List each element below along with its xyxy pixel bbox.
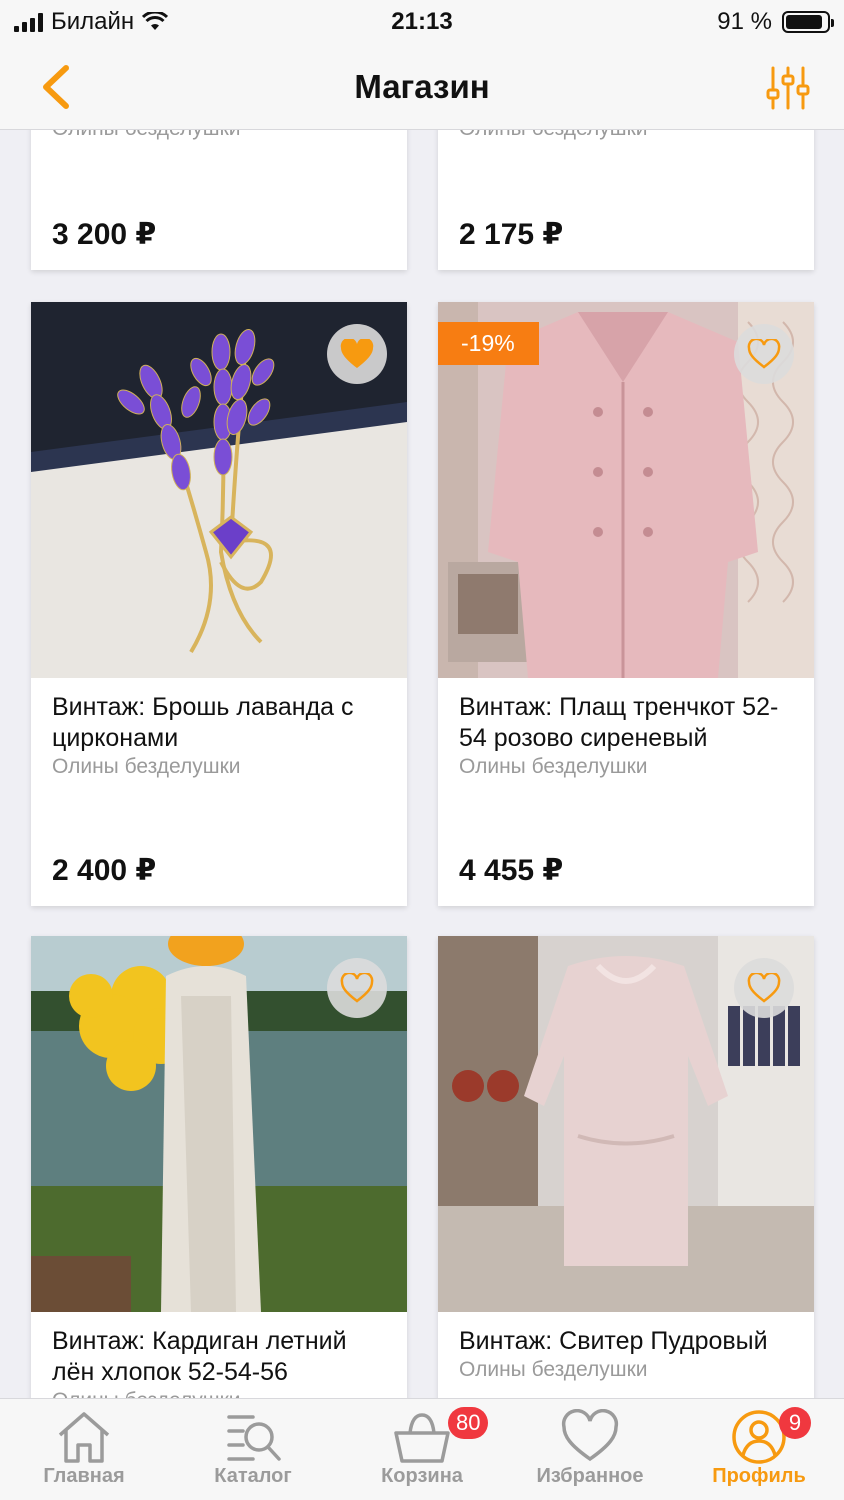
heart-outline-icon bbox=[340, 973, 374, 1003]
product-price: 3 200 ₽ bbox=[52, 218, 157, 251]
battery-icon bbox=[782, 11, 834, 33]
page-title: Магазин bbox=[354, 68, 490, 105]
product-shop: Олины безделушки bbox=[459, 755, 648, 778]
product-card[interactable]: -19% Винтаж: Плащ тренчкот 52-54 розово … bbox=[438, 302, 814, 906]
tab-label: Корзина bbox=[381, 1465, 463, 1487]
product-shop: Олины безделушки bbox=[52, 130, 385, 142]
product-price: 4 455 ₽ bbox=[459, 854, 564, 887]
tab-label: Каталог bbox=[214, 1465, 292, 1487]
battery-percent: 91 % bbox=[717, 8, 772, 35]
product-shop: Олины безделушки bbox=[459, 130, 792, 142]
tab-label: Главная bbox=[43, 1465, 125, 1487]
heart-outline-icon bbox=[747, 339, 781, 369]
product-grid: Олины безделушки 3 200 ₽ Олины безделушк… bbox=[0, 130, 844, 1398]
tab-basket[interactable]: 80 Корзина bbox=[338, 1399, 506, 1500]
product-shop: Олины безделушки bbox=[52, 1388, 385, 1398]
profile-notification-badge: 9 bbox=[779, 1407, 811, 1439]
basket-icon bbox=[394, 1413, 450, 1463]
product-title: Винтаж: Плащ тренчкот 52-54 розово сирен… bbox=[459, 693, 779, 752]
product-title: Винтаж: Брошь лаванда с цирконами bbox=[52, 693, 354, 752]
favorite-button[interactable] bbox=[327, 324, 387, 384]
favorite-button[interactable] bbox=[327, 958, 387, 1018]
tab-profile[interactable]: 9 Профиль bbox=[675, 1399, 843, 1500]
tab-bar: Главная Каталог 80 Корзина Избранное 9 П… bbox=[0, 1398, 844, 1500]
favorite-button[interactable] bbox=[734, 958, 794, 1018]
tab-label: Профиль bbox=[712, 1465, 806, 1487]
heart-outline-icon bbox=[747, 973, 781, 1003]
status-right: 91 % bbox=[717, 8, 834, 36]
tab-home[interactable]: Главная bbox=[0, 1399, 168, 1500]
basket-count-badge: 80 bbox=[448, 1407, 489, 1439]
favorite-button[interactable] bbox=[734, 324, 794, 384]
product-card[interactable]: Винтаж: Кардиган летний лён хлопок 52-54… bbox=[31, 936, 407, 1398]
tab-label: Избранное bbox=[536, 1465, 644, 1487]
product-card[interactable]: Олины безделушки 2 175 ₽ bbox=[438, 130, 814, 270]
nav-bar: Магазин bbox=[0, 44, 844, 130]
battery-fill bbox=[786, 15, 823, 29]
discount-badge: -19% bbox=[438, 322, 539, 365]
product-shop: Олины безделушки bbox=[52, 755, 241, 778]
tab-favorites[interactable]: Избранное bbox=[506, 1399, 674, 1500]
product-card[interactable]: Винтаж: Брошь лаванда с цирконами Олины … bbox=[31, 302, 407, 906]
product-title: Винтаж: Кардиган летний лён хлопок 52-54… bbox=[52, 1327, 347, 1386]
product-price: 2 175 ₽ bbox=[459, 218, 564, 251]
product-card[interactable]: Олины безделушки 3 200 ₽ bbox=[31, 130, 407, 270]
heart-icon bbox=[561, 1409, 619, 1462]
tab-catalog[interactable]: Каталог bbox=[169, 1399, 337, 1500]
status-bar: Билайн 21:13 91 % bbox=[0, 0, 844, 44]
catalog-search-icon bbox=[227, 1415, 281, 1461]
filter-button[interactable] bbox=[764, 64, 812, 112]
sweater-photo[interactable] bbox=[438, 936, 814, 1312]
cardigan-photo[interactable] bbox=[31, 936, 407, 1312]
product-title: Винтаж: Свитер Пудровый bbox=[459, 1327, 768, 1355]
heart-filled-icon bbox=[340, 339, 374, 368]
trench-coat-photo[interactable]: -19% bbox=[438, 302, 814, 678]
product-card[interactable]: Винтаж: Свитер Пудровый Олины безделушки bbox=[438, 936, 814, 1398]
product-shop: Олины безделушки bbox=[459, 1358, 648, 1381]
brooch-photo[interactable] bbox=[31, 302, 407, 678]
sliders-icon bbox=[766, 66, 810, 110]
home-icon bbox=[58, 1412, 110, 1463]
product-price: 2 400 ₽ bbox=[52, 854, 157, 887]
